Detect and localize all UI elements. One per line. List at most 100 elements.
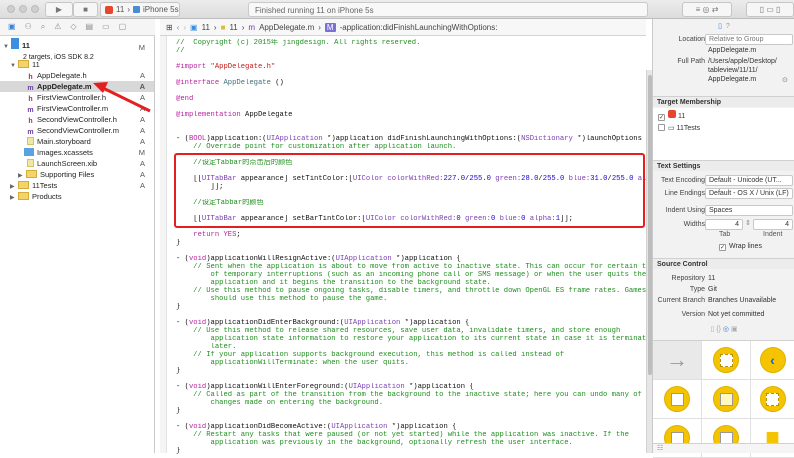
symbol-navigator-icon[interactable]: ⚇: [25, 22, 32, 32]
file-row[interactable]: m FirstViewController.m A: [0, 103, 154, 114]
group-11[interactable]: ▼ 11: [0, 59, 154, 70]
checkbox-checked[interactable]: ✓: [658, 114, 665, 121]
code-line: return YES;: [176, 231, 646, 239]
breakpoint-navigator-icon[interactable]: ▭: [102, 22, 110, 32]
media-library-icon[interactable]: ▣: [731, 326, 738, 333]
code-area[interactable]: // Copyright (c) 2015年 jingdesign. All r…: [176, 39, 646, 455]
back-button[interactable]: ‹: [177, 23, 180, 32]
code-snippet-icon[interactable]: {}: [716, 326, 721, 333]
debug-navigator-icon[interactable]: ▤: [86, 22, 94, 32]
checkbox-checked[interactable]: ✓: [719, 244, 726, 251]
scm-status: A: [139, 93, 145, 102]
file-template-icon[interactable]: ▯: [710, 326, 714, 333]
code-token: application and it begins the transition…: [176, 279, 491, 287]
code-line: changes made on entering the background.: [176, 399, 646, 407]
type-value: Git: [708, 286, 717, 293]
project-icon: ▣: [190, 22, 198, 32]
file-row[interactable]: m SecondViewController.m A: [0, 125, 154, 136]
forward-button[interactable]: ›: [183, 23, 186, 32]
group-11tests[interactable]: ▶ 11Tests A: [0, 180, 154, 191]
line-endings-select[interactable]: Default - OS X / Unix (LF): [705, 188, 793, 199]
file-inspector-icon[interactable]: ▯: [718, 23, 722, 30]
code-token: void: [188, 383, 207, 391]
code-line: // Use this method to release shared res…: [176, 327, 646, 335]
storyboard-segue-item[interactable]: →: [653, 341, 702, 380]
code-token: }: [176, 239, 181, 247]
test-navigator-icon[interactable]: ◇: [70, 22, 76, 32]
file-row[interactable]: h AppDelegate.h A: [0, 70, 154, 81]
stop-button[interactable]: ■: [73, 2, 98, 17]
code-line: #import "AppDelegate.h": [176, 63, 646, 71]
project-navigator-icon[interactable]: ▣: [8, 22, 16, 32]
related-items-icon[interactable]: ⊞: [166, 23, 173, 32]
target-name: 11: [677, 113, 686, 120]
quick-help-icon[interactable]: ?: [726, 23, 730, 30]
wrap-lines-label: Wrap lines: [729, 243, 762, 250]
standard-editor-icon: ≡ ◎ ⇄: [695, 5, 719, 14]
target-row[interactable]: ✓ 11: [658, 110, 790, 121]
device-icon: [132, 6, 140, 13]
close-window-button[interactable]: [7, 5, 15, 13]
code-token: )application:(: [206, 135, 267, 143]
code-token: UIApplication: [344, 319, 401, 327]
file-row[interactable]: Main.storyboard A: [0, 136, 154, 147]
table-view-controller-item[interactable]: [653, 380, 702, 419]
view-controller-item[interactable]: [702, 341, 751, 380]
indent-width-field[interactable]: 4: [753, 219, 793, 230]
file-row[interactable]: h FirstViewController.h A: [0, 92, 154, 103]
group-label: 11: [32, 60, 40, 69]
grid-list-icon[interactable]: ☷: [657, 444, 663, 452]
wrap-lines-row[interactable]: ✓ Wrap lines: [719, 243, 794, 251]
navigation-controller-item[interactable]: ‹: [751, 341, 794, 380]
split-view-controller-item[interactable]: [751, 380, 794, 419]
code-token: void: [188, 423, 207, 431]
scm-status: A: [139, 159, 145, 168]
code-token: - (: [176, 319, 189, 327]
object-library-icon[interactable]: ◎: [723, 326, 729, 333]
editor-mode-buttons[interactable]: ≡ ◎ ⇄: [682, 2, 732, 17]
run-button[interactable]: ▶: [45, 2, 73, 17]
jump-group[interactable]: 11: [229, 23, 237, 32]
file-row-selected[interactable]: m AppDelegate.m A: [0, 81, 154, 92]
view-toggle-buttons[interactable]: ▯ ▭ ▯: [746, 2, 794, 17]
annotation-highlight-box: [174, 153, 645, 228]
report-navigator-icon[interactable]: ▢: [119, 22, 127, 32]
code-token: (): [270, 79, 284, 87]
app-icon: [105, 5, 113, 14]
code-line: // Restart any tasks that were paused (o…: [176, 431, 646, 439]
location-select[interactable]: Relative to Group: [705, 34, 793, 45]
jump-project[interactable]: 11: [202, 23, 210, 32]
group-label: Products: [32, 192, 62, 201]
code-line: - (void)applicationDidEnterBackground:(U…: [176, 319, 646, 327]
folder-icon: ■: [220, 22, 226, 32]
toolbar: ▶ ■ 11 › iPhone 5s Finished running 11 on…: [0, 0, 794, 19]
encoding-select[interactable]: Default - Unicode (UT...: [705, 175, 793, 186]
checkbox-unchecked[interactable]: [658, 124, 665, 131]
group-supporting-files[interactable]: ▶ Supporting Files A: [0, 169, 154, 180]
code-token: // Use this method to release shared res…: [176, 327, 621, 335]
stepper-icon[interactable]: ⇕: [745, 219, 751, 227]
file-row[interactable]: h SecondViewController.h A: [0, 114, 154, 125]
minimize-window-button[interactable]: [19, 5, 27, 13]
jump-method[interactable]: -application:didFinishLaunchingWithOptio…: [340, 23, 498, 32]
issue-navigator-icon[interactable]: ⚠: [54, 22, 61, 32]
inspector-tabs: ▯ ?: [653, 22, 794, 30]
group-products[interactable]: ▶ Products: [0, 191, 154, 202]
file-row[interactable]: LaunchScreen.xib A: [0, 158, 154, 169]
code-token: // Use this method to pause ongoing task…: [176, 287, 646, 295]
project-row[interactable]: ▼ 11 2 targets, iOS SDK 8.2 M: [0, 38, 154, 61]
zoom-window-button[interactable]: [31, 5, 39, 13]
scheme-selector[interactable]: 11 › iPhone 5s: [100, 2, 180, 17]
tab-width-field[interactable]: 4: [705, 219, 743, 230]
target-row[interactable]: ▭ 11Tests: [658, 124, 790, 132]
code-line: //: [176, 47, 646, 55]
reveal-in-finder-icon[interactable]: ⊙: [782, 76, 788, 84]
indent-select[interactable]: Spaces: [705, 205, 793, 216]
branch-value: Branches Unavailable: [708, 297, 777, 304]
file-row[interactable]: Images.xcassets M: [0, 147, 154, 158]
library-filter-bar[interactable]: ☷: [653, 443, 794, 453]
find-navigator-icon[interactable]: ⌕: [41, 22, 45, 32]
tab-bar-controller-item[interactable]: [702, 380, 751, 419]
jump-file[interactable]: AppDelegate.m: [259, 23, 314, 32]
indent-sub-label: Indent: [763, 231, 783, 238]
